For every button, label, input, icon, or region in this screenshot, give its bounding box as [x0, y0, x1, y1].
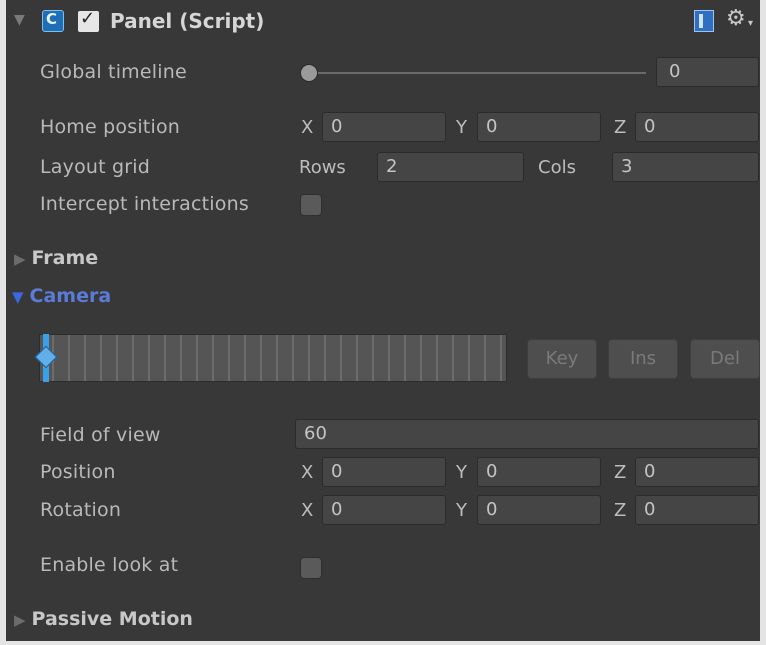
- enable-look-at-checkbox[interactable]: [300, 557, 322, 579]
- gear-dropdown-icon: ▾: [748, 18, 754, 29]
- gear-icon[interactable]: ⚙: [726, 6, 746, 31]
- passive-motion-foldout[interactable]: ▶ Passive Motion: [14, 607, 193, 632]
- passive-motion-foldout-label: Passive Motion: [31, 608, 193, 630]
- intercept-interactions-label: Intercept interactions: [40, 193, 249, 215]
- expanded-arrow-icon: ▼: [12, 288, 24, 306]
- home-position-z-label: Z: [614, 117, 627, 138]
- home-position-x-label: X: [301, 117, 314, 138]
- camera-keyframe-timeline[interactable]: [39, 334, 507, 382]
- layout-grid-label: Layout grid: [40, 156, 151, 178]
- layout-grid-rows-field[interactable]: 2: [377, 152, 524, 182]
- layout-grid-cols-field[interactable]: 3: [612, 152, 759, 182]
- layout-grid-rows-label: Rows: [299, 157, 346, 178]
- component-header[interactable]: ▼ C ✓ Panel (Script) ⚙ ▾: [14, 6, 759, 40]
- rotation-x-label: X: [301, 500, 314, 521]
- global-timeline-slider-thumb[interactable]: [300, 64, 318, 82]
- position-y-field[interactable]: 0: [477, 457, 601, 487]
- checkbox-check-icon: ✓: [80, 8, 96, 29]
- field-of-view-field[interactable]: 60: [295, 419, 759, 449]
- key-button[interactable]: Key: [527, 339, 597, 379]
- position-z-label: Z: [614, 462, 627, 483]
- home-position-x-field[interactable]: 0: [322, 112, 446, 142]
- home-position-y-label: Y: [456, 117, 467, 138]
- rotation-x-field[interactable]: 0: [322, 495, 446, 525]
- help-book-icon[interactable]: [694, 10, 714, 32]
- global-timeline-value-field[interactable]: 0: [656, 57, 759, 87]
- enabled-checkbox[interactable]: ✓: [78, 8, 99, 32]
- home-position-label: Home position: [40, 116, 181, 138]
- rotation-y-label: Y: [456, 500, 467, 521]
- script-icon: C: [42, 10, 64, 32]
- global-timeline-label: Global timeline: [40, 61, 187, 83]
- frame-foldout-label: Frame: [31, 247, 99, 269]
- field-of-view-label: Field of view: [40, 424, 161, 446]
- enable-look-at-label: Enable look at: [40, 554, 179, 576]
- position-y-label: Y: [456, 462, 467, 483]
- position-z-field[interactable]: 0: [635, 457, 759, 487]
- frame-foldout[interactable]: ▶ Frame: [14, 246, 98, 271]
- global-timeline-slider-track[interactable]: [304, 72, 646, 74]
- window-edge-right: [760, 0, 766, 645]
- camera-foldout[interactable]: ▼ Camera: [12, 284, 111, 309]
- window-edge-bottom: [0, 641, 766, 645]
- intercept-interactions-checkbox[interactable]: [300, 194, 322, 216]
- layout-grid-cols-label: Cols: [538, 157, 576, 178]
- rotation-label: Rotation: [40, 499, 122, 521]
- position-x-field[interactable]: 0: [322, 457, 446, 487]
- camera-foldout-label: Camera: [29, 285, 112, 307]
- rotation-y-field[interactable]: 0: [477, 495, 601, 525]
- collapsed-arrow-icon: ▶: [14, 611, 26, 629]
- position-x-label: X: [301, 462, 314, 483]
- rotation-z-field[interactable]: 0: [635, 495, 759, 525]
- foldout-arrow-icon[interactable]: ▼: [14, 12, 25, 28]
- del-button[interactable]: Del: [690, 339, 760, 379]
- home-position-y-field[interactable]: 0: [477, 112, 601, 142]
- home-position-z-field[interactable]: 0: [635, 112, 759, 142]
- position-label: Position: [40, 461, 116, 483]
- component-title: Panel (Script): [110, 9, 265, 33]
- window-edge-left: [0, 0, 6, 645]
- rotation-z-label: Z: [614, 500, 627, 521]
- collapsed-arrow-icon: ▶: [14, 250, 26, 268]
- ins-button[interactable]: Ins: [608, 339, 678, 379]
